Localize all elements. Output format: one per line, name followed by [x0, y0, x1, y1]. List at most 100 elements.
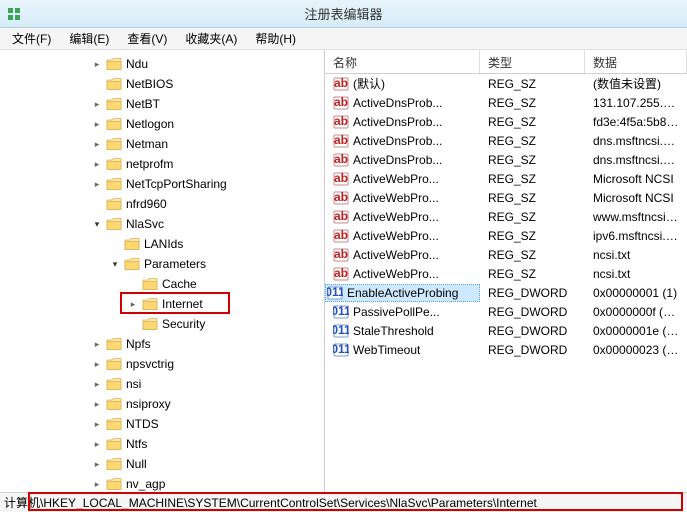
tree-node-nlasvc[interactable]: ▾ NlaSvc [0, 214, 324, 234]
expander-closed-icon[interactable]: ▸ [90, 377, 104, 391]
tree-node-nfrd960[interactable]: nfrd960 [0, 194, 324, 214]
expander-closed-icon[interactable]: ▸ [90, 397, 104, 411]
tree-node-netman[interactable]: ▸Netman [0, 134, 324, 154]
value-row[interactable]: ActiveDnsProb...REG_SZ131.107.255.255 [325, 93, 687, 112]
value-row[interactable]: (默认)REG_SZ(数值未设置) [325, 74, 687, 93]
value-data: Microsoft NCSI [585, 172, 687, 186]
tree-label: Npfs [126, 337, 151, 351]
value-data: fd3e:4f5a:5b81::1 [585, 115, 687, 129]
tree-node-ntfs[interactable]: ▸Ntfs [0, 434, 324, 454]
expander-none [90, 77, 104, 91]
tree-node-null[interactable]: ▸Null [0, 454, 324, 474]
value-row[interactable]: StaleThresholdREG_DWORD0x0000001e (30) [325, 321, 687, 340]
value-type: REG_DWORD [480, 286, 585, 300]
menu-edit[interactable]: 编辑(E) [61, 28, 117, 49]
folder-icon [106, 217, 122, 231]
value-row[interactable]: ActiveWebPro...REG_SZwww.msftncsi.com [325, 207, 687, 226]
expander-closed-icon[interactable]: ▸ [90, 417, 104, 431]
value-name: ActiveWebPro... [353, 210, 439, 224]
column-name-header[interactable]: 名称 [325, 50, 480, 73]
menu-favorites[interactable]: 收藏夹(A) [177, 28, 245, 49]
expander-closed-icon[interactable]: ▸ [90, 57, 104, 71]
tree-label: NetBT [126, 97, 160, 111]
value-data: 0x0000000f (15) [585, 305, 687, 319]
expander-closed-icon[interactable]: ▸ [90, 177, 104, 191]
folder-icon [106, 397, 122, 411]
string-value-icon [333, 190, 349, 206]
expander-closed-icon[interactable]: ▸ [90, 477, 104, 491]
value-row[interactable]: ActiveWebPro...REG_SZncsi.txt [325, 264, 687, 283]
tree-node-security[interactable]: Security [0, 314, 324, 334]
expander-closed-icon[interactable]: ▸ [90, 157, 104, 171]
tree-node-ndu[interactable]: ▸ Ndu [0, 54, 324, 74]
tree-node-internet[interactable]: ▸ Internet [0, 294, 324, 314]
menubar: 文件(F) 编辑(E) 查看(V) 收藏夹(A) 帮助(H) [0, 28, 687, 50]
tree-node-nsi[interactable]: ▸nsi [0, 374, 324, 394]
expander-closed-icon[interactable]: ▸ [90, 437, 104, 451]
value-name: ActiveWebPro... [353, 229, 439, 243]
menu-view[interactable]: 查看(V) [119, 28, 175, 49]
tree-node-npfs[interactable]: ▸ Npfs [0, 334, 324, 354]
content-area: ▸ Ndu NetBIOS ▸ NetBT ▸Netlogon▸Netman▸netpro… [0, 50, 687, 492]
value-type: REG_SZ [480, 134, 585, 148]
tree-label: Internet [162, 297, 203, 311]
value-name: ActiveWebPro... [353, 172, 439, 186]
titlebar[interactable]: 注册表编辑器 [0, 0, 687, 28]
expander-closed-icon[interactable]: ▸ [90, 137, 104, 151]
tree-node-nettcpportsharing[interactable]: ▸NetTcpPortSharing [0, 174, 324, 194]
string-value-icon [333, 247, 349, 263]
tree-node-nv_agp[interactable]: ▸nv_agp [0, 474, 324, 492]
tree-node-netbt[interactable]: ▸ NetBT [0, 94, 324, 114]
column-type-header[interactable]: 类型 [480, 50, 585, 73]
value-row[interactable]: WebTimeoutREG_DWORD0x00000023 (35) [325, 340, 687, 359]
value-row[interactable]: ActiveDnsProb...REG_SZdns.msftncsi.com [325, 150, 687, 169]
folder-icon [124, 257, 140, 271]
tree-label: NlaSvc [126, 217, 164, 231]
value-row[interactable]: ActiveWebPro...REG_SZncsi.txt [325, 245, 687, 264]
menu-file[interactable]: 文件(F) [4, 28, 59, 49]
value-data: Microsoft NCSI [585, 191, 687, 205]
expander-closed-icon[interactable]: ▸ [90, 117, 104, 131]
dword-value-icon [327, 285, 343, 301]
tree-label: nfrd960 [126, 197, 167, 211]
tree-node-netbios[interactable]: NetBIOS [0, 74, 324, 94]
expander-closed-icon[interactable]: ▸ [126, 297, 140, 311]
value-row[interactable]: ActiveWebPro...REG_SZMicrosoft NCSI [325, 188, 687, 207]
tree-node-netprofm[interactable]: ▸netprofm [0, 154, 324, 174]
expander-closed-icon[interactable]: ▸ [90, 457, 104, 471]
expander-open-icon[interactable]: ▾ [90, 217, 104, 231]
value-type: REG_SZ [480, 248, 585, 262]
value-data: dns.msftncsi.com [585, 134, 687, 148]
value-row[interactable]: EnableActiveProbingREG_DWORD0x00000001 (… [325, 283, 687, 302]
tree-node-ntds[interactable]: ▸NTDS [0, 414, 324, 434]
value-data: ncsi.txt [585, 248, 687, 262]
menu-help[interactable]: 帮助(H) [247, 28, 304, 49]
expander-closed-icon[interactable]: ▸ [90, 337, 104, 351]
tree-node-cache[interactable]: Cache [0, 274, 324, 294]
expander-closed-icon[interactable]: ▸ [90, 357, 104, 371]
value-row[interactable]: ActiveDnsProb...REG_SZfd3e:4f5a:5b81::1 [325, 112, 687, 131]
expander-open-icon[interactable]: ▾ [108, 257, 122, 271]
tree-label: Security [162, 317, 205, 331]
folder-icon [106, 57, 122, 71]
tree-node-nsiproxy[interactable]: ▸nsiproxy [0, 394, 324, 414]
column-data-header[interactable]: 数据 [585, 50, 687, 73]
tree-label: Ndu [126, 57, 148, 71]
value-row[interactable]: ActiveDnsProb...REG_SZdns.msftncsi.com [325, 131, 687, 150]
folder-icon [106, 77, 122, 91]
value-row[interactable]: PassivePollPe...REG_DWORD0x0000000f (15) [325, 302, 687, 321]
list-pane[interactable]: 名称 类型 数据 (默认)REG_SZ(数值未设置)ActiveDnsProb.… [325, 50, 687, 492]
tree-pane[interactable]: ▸ Ndu NetBIOS ▸ NetBT ▸Netlogon▸Netman▸netpro… [0, 50, 325, 492]
value-data: ncsi.txt [585, 267, 687, 281]
tree-node-lanids[interactable]: LANIds [0, 234, 324, 254]
expander-closed-icon[interactable]: ▸ [90, 97, 104, 111]
list-header: 名称 类型 数据 [325, 50, 687, 74]
value-row[interactable]: ActiveWebPro...REG_SZMicrosoft NCSI [325, 169, 687, 188]
expander-none [108, 237, 122, 251]
window-title: 注册表编辑器 [304, 4, 382, 23]
value-type: REG_SZ [480, 153, 585, 167]
tree-node-netlogon[interactable]: ▸Netlogon [0, 114, 324, 134]
tree-node-parameters[interactable]: ▾Parameters [0, 254, 324, 274]
tree-node-npsvctrig[interactable]: ▸npsvctrig [0, 354, 324, 374]
value-row[interactable]: ActiveWebPro...REG_SZipv6.msftncsi.com [325, 226, 687, 245]
